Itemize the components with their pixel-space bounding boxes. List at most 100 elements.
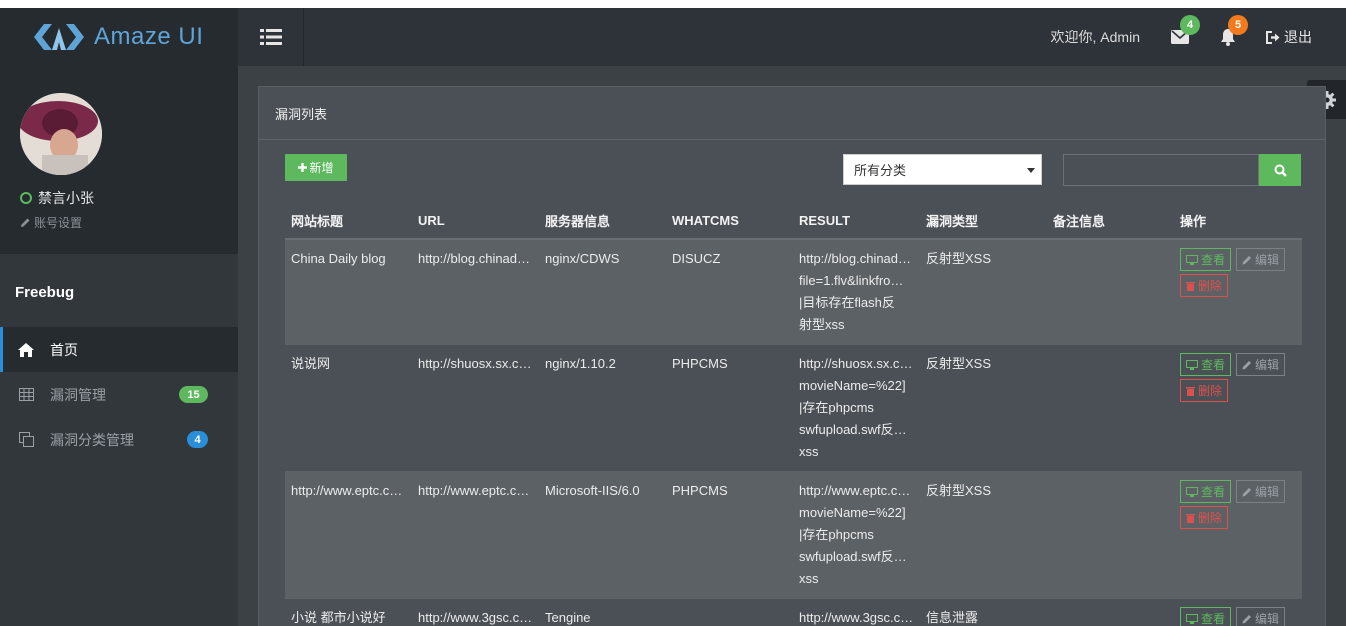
view-button[interactable]: 查看 (1180, 248, 1232, 271)
menu-toggle-button[interactable] (238, 8, 304, 66)
search-icon (1274, 164, 1287, 177)
edit-label: 编辑 (1255, 252, 1280, 267)
logout-button[interactable]: 退出 (1266, 27, 1312, 47)
cell-url: http://www.eptc.com (412, 471, 539, 599)
column-header[interactable]: 漏洞类型 (920, 203, 1047, 240)
result-line: xss (799, 571, 819, 586)
avatar[interactable] (20, 93, 102, 175)
sidebar-item-vuln-management[interactable]: 漏洞管理 15 (0, 372, 238, 417)
cell-result: http://blog.chinadaily.com.cn file=1.flv… (793, 238, 920, 345)
cell-title: 说说网 (285, 344, 412, 472)
trash-icon (1186, 513, 1195, 523)
desktop-icon (1186, 613, 1198, 624)
column-header[interactable]: 网站标题 (285, 203, 412, 240)
column-header[interactable]: 服务器信息 (539, 203, 666, 240)
cell-note (1047, 471, 1174, 599)
vuln-table: 网站标题 URL 服务器信息 WHATCMS RESULT 漏洞类型 备注信息 … (285, 203, 1302, 626)
column-header[interactable]: WHATCMS (666, 203, 793, 240)
column-header[interactable]: 操作 (1174, 203, 1302, 240)
result-line: 射型xss (799, 317, 845, 332)
notifications-button[interactable]: 5 (1218, 15, 1248, 47)
cell-actions: 查看 编辑 删除 (1174, 344, 1302, 472)
cell-note (1047, 598, 1174, 626)
cell-url: http://shuosx.sx.com (412, 344, 539, 472)
delete-label: 删除 (1198, 510, 1223, 525)
delete-button[interactable]: 删除 (1180, 379, 1229, 402)
sidebar-item-label: 首页 (50, 341, 78, 358)
cell-type: 信息泄露 (920, 598, 1047, 626)
category-count-badge: 4 (187, 431, 208, 448)
column-header[interactable]: RESULT (793, 203, 920, 240)
notifications-count-badge: 5 (1228, 15, 1248, 35)
sidebar-item-label: 漏洞管理 (50, 386, 106, 403)
edit-label: 编辑 (1255, 611, 1280, 626)
delete-button[interactable]: 删除 (1180, 274, 1229, 297)
delete-button[interactable]: 删除 (1180, 506, 1229, 529)
view-button[interactable]: 查看 (1180, 480, 1232, 503)
edit-button[interactable]: 编辑 (1236, 607, 1286, 626)
column-header[interactable]: 备注信息 (1047, 203, 1174, 240)
cell-result: http://www.eptc.com movieName=%22] |存在ph… (793, 471, 920, 599)
pencil-icon (1242, 487, 1252, 496)
result-line: http://www.eptc.com (799, 483, 914, 498)
add-button[interactable]: 新增 (285, 154, 347, 181)
edit-button[interactable]: 编辑 (1236, 353, 1286, 376)
view-label: 查看 (1201, 611, 1226, 626)
pencil-icon (1242, 255, 1252, 264)
welcome-text: 欢迎你, Admin (1050, 29, 1140, 45)
cell-actions: 查看 编辑 (1174, 598, 1302, 626)
result-line: xss (799, 444, 819, 459)
cell-cms: PHPCMS (666, 344, 793, 472)
result-line: http://blog.chinadaily.com.cn (799, 251, 914, 266)
amaze-logo-icon (34, 24, 84, 50)
sidebar-item-home[interactable]: 首页 (0, 327, 238, 372)
delete-label: 删除 (1198, 383, 1223, 398)
cell-server: Microsoft-IIS/6.0 (539, 471, 666, 599)
view-button[interactable]: 查看 (1180, 353, 1232, 376)
sidebar-title: Freebug (15, 284, 75, 301)
pencil-icon (1242, 360, 1252, 369)
table-row: 小说 都市小说好 http://www.3gsc.com Tengine htt… (285, 598, 1302, 626)
pencil-icon (1242, 614, 1252, 623)
column-header[interactable]: URL (412, 203, 539, 240)
cell-note (1047, 238, 1174, 345)
vuln-count-badge: 15 (179, 386, 208, 403)
online-status-icon (20, 192, 32, 204)
user-photo (20, 93, 102, 175)
cell-server: Tengine (539, 598, 666, 626)
user-profile: 禁言小张 账号设置 (0, 66, 238, 254)
result-line: |存在phpcms (799, 527, 874, 542)
result-line: http://www.3gsc.com (799, 610, 914, 625)
cell-url: http://www.3gsc.com (412, 598, 539, 626)
top-bar: Amaze UI 欢迎你, Admin 4 5 退出 (0, 8, 1346, 66)
account-settings-label: 账号设置 (34, 216, 83, 230)
view-label: 查看 (1201, 357, 1226, 372)
user-status: 禁言小张 (20, 188, 94, 208)
cell-server: nginx/CDWS (539, 238, 666, 345)
view-button[interactable]: 查看 (1180, 607, 1232, 626)
account-settings-link[interactable]: 账号设置 (20, 214, 82, 231)
table-row: 说说网 http://shuosx.sx.com nginx/1.10.2 PH… (285, 344, 1302, 472)
category-select[interactable]: 所有分类 (843, 154, 1042, 185)
cell-cms: PHPCMS (666, 471, 793, 599)
edit-button[interactable]: 编辑 (1236, 248, 1286, 271)
search-input[interactable] (1063, 154, 1259, 186)
cell-result: http://www.3gsc.com (793, 598, 920, 626)
sign-out-icon (1266, 30, 1280, 44)
cell-type: 反射型XSS (920, 344, 1047, 472)
cell-type: 反射型XSS (920, 238, 1047, 345)
edit-button[interactable]: 编辑 (1236, 480, 1286, 503)
table-icon (18, 387, 34, 403)
cell-url: http://blog.chinadaily.com.cn (412, 238, 539, 345)
cell-result: http://shuosx.sx.com movieName=%22] |存在p… (793, 344, 920, 472)
messages-button[interactable]: 4 (1170, 15, 1200, 47)
brand-logo[interactable]: Amaze UI (0, 8, 238, 66)
result-line: |目标存在flash反 (799, 295, 895, 310)
table-row: http://www.eptc.com http://www.eptc.com … (285, 471, 1302, 599)
sidebar-item-label: 漏洞分类管理 (50, 431, 134, 448)
trash-icon (1186, 281, 1195, 291)
sidebar-item-category-management[interactable]: 漏洞分类管理 4 (0, 417, 238, 462)
brand-name: Amaze UI (94, 23, 204, 50)
search-button[interactable] (1259, 154, 1301, 186)
result-line: movieName=%22] (799, 378, 906, 393)
